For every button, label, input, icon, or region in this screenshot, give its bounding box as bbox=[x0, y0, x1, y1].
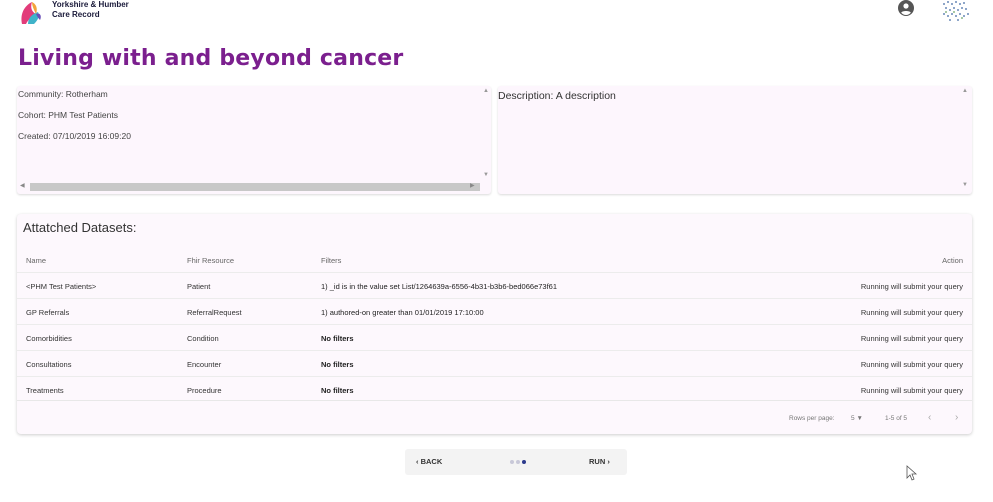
scroll-up-icon[interactable]: ▲ bbox=[483, 88, 489, 94]
dataset-filters: 1) _id is in the value set List/1264639a… bbox=[321, 282, 558, 291]
dataset-resource: ReferralRequest bbox=[187, 308, 242, 317]
chevron-left-icon: ‹ bbox=[416, 457, 419, 466]
table-row[interactable]: Consultations Encounter No filters Runni… bbox=[17, 350, 972, 376]
table-row[interactable]: GP Referrals ReferralRequest 1) authored… bbox=[17, 298, 972, 324]
table-pagination: Rows per page: 5 ▼ 1-5 of 5 ‹ › bbox=[17, 400, 972, 434]
back-button-label: BACK bbox=[420, 457, 443, 466]
horizontal-scrollbar[interactable]: ◀ ▶ bbox=[18, 182, 480, 192]
scrollbar-thumb[interactable] bbox=[30, 183, 480, 191]
description-panel: Description: A description ▲ ▼ bbox=[498, 86, 972, 194]
dataset-action: Running will submit your query bbox=[860, 282, 963, 291]
table-row[interactable]: Comorbidities Condition No filters Runni… bbox=[17, 324, 972, 350]
step-dot-active bbox=[522, 460, 526, 464]
account-circle-icon[interactable] bbox=[898, 0, 914, 16]
rows-per-page-select[interactable]: 5 ▼ bbox=[851, 415, 863, 422]
dataset-filters: No filters bbox=[321, 360, 354, 369]
page-title: Living with and beyond cancer bbox=[18, 46, 404, 71]
dataset-filters: No filters bbox=[321, 334, 354, 343]
column-header-name: Name bbox=[26, 256, 47, 265]
dataset-action: Running will submit your query bbox=[860, 308, 963, 317]
description-text: Description: A description bbox=[498, 90, 616, 102]
dataset-filters: 1) authored-on greater than 01/01/2019 1… bbox=[321, 308, 484, 317]
column-header-filters: Filters bbox=[321, 256, 342, 265]
dataset-name: Comorbidities bbox=[26, 334, 72, 343]
table-row[interactable]: <PHM Test Patients> Patient 1) _id is in… bbox=[17, 272, 972, 298]
community-label: Community: Rotherham bbox=[18, 89, 108, 99]
dataset-resource: Procedure bbox=[187, 386, 222, 395]
attached-datasets-card: Attatched Datasets: Name Fhir Resource F… bbox=[17, 214, 972, 434]
dataset-action: Running will submit your query bbox=[860, 360, 963, 369]
scroll-up-icon[interactable]: ▲ bbox=[962, 88, 968, 94]
dataset-filters: No filters bbox=[321, 386, 354, 395]
step-dot bbox=[510, 460, 514, 464]
cohort-info-panel: Community: Rotherham Cohort: PHM Test Pa… bbox=[17, 86, 491, 194]
dataset-name: Consultations bbox=[26, 360, 72, 369]
logo-icon[interactable] bbox=[18, 0, 44, 24]
cohort-label: Cohort: PHM Test Patients bbox=[18, 110, 118, 120]
dataset-resource: Patient bbox=[187, 282, 211, 291]
dataset-action: Running will submit your query bbox=[860, 334, 963, 343]
dataset-name: Treatments bbox=[26, 386, 64, 395]
logo-line2: Care Record bbox=[52, 10, 100, 19]
scroll-down-icon[interactable]: ▼ bbox=[962, 182, 968, 188]
logo-text: Yorkshire & Humber Care Record bbox=[52, 0, 129, 20]
logo-line1: Yorkshire & Humber bbox=[52, 0, 129, 9]
next-page-icon[interactable]: › bbox=[955, 412, 958, 423]
app-header: Yorkshire & Humber Care Record bbox=[0, 0, 993, 26]
dataset-resource: Encounter bbox=[187, 360, 222, 369]
rows-per-page-label: Rows per page: bbox=[789, 415, 835, 422]
network-globe-icon[interactable] bbox=[938, 0, 972, 22]
step-dot bbox=[516, 460, 520, 464]
wizard-stepper: ‹ BACK RUN › bbox=[405, 449, 627, 475]
scroll-down-icon[interactable]: ▼ bbox=[483, 172, 489, 178]
column-header-action: Action bbox=[942, 256, 963, 265]
datasets-title: Attatched Datasets: bbox=[23, 220, 137, 235]
page-range: 1-5 of 5 bbox=[885, 415, 908, 422]
dataset-resource: Condition bbox=[187, 334, 219, 343]
column-header-resource: Fhir Resource bbox=[187, 256, 235, 265]
chevron-right-icon: › bbox=[607, 457, 610, 466]
scroll-left-icon[interactable]: ◀ bbox=[20, 182, 25, 189]
back-button[interactable]: ‹ BACK bbox=[416, 457, 442, 466]
dataset-action: Running will submit your query bbox=[860, 386, 963, 395]
rows-per-page-value: 5 bbox=[851, 415, 855, 422]
dataset-name: <PHM Test Patients> bbox=[26, 282, 97, 291]
dataset-name: GP Referrals bbox=[26, 308, 70, 317]
previous-page-icon[interactable]: ‹ bbox=[928, 412, 931, 423]
run-button-label: RUN bbox=[589, 457, 606, 466]
caret-down-icon: ▼ bbox=[856, 415, 863, 422]
run-button[interactable]: RUN › bbox=[589, 457, 610, 466]
scroll-right-icon[interactable]: ▶ bbox=[470, 182, 475, 189]
mouse-cursor-icon bbox=[906, 465, 918, 481]
table-row[interactable]: Treatments Procedure No filters Running … bbox=[17, 376, 972, 402]
created-label: Created: 07/10/2019 16:09:20 bbox=[18, 131, 131, 141]
